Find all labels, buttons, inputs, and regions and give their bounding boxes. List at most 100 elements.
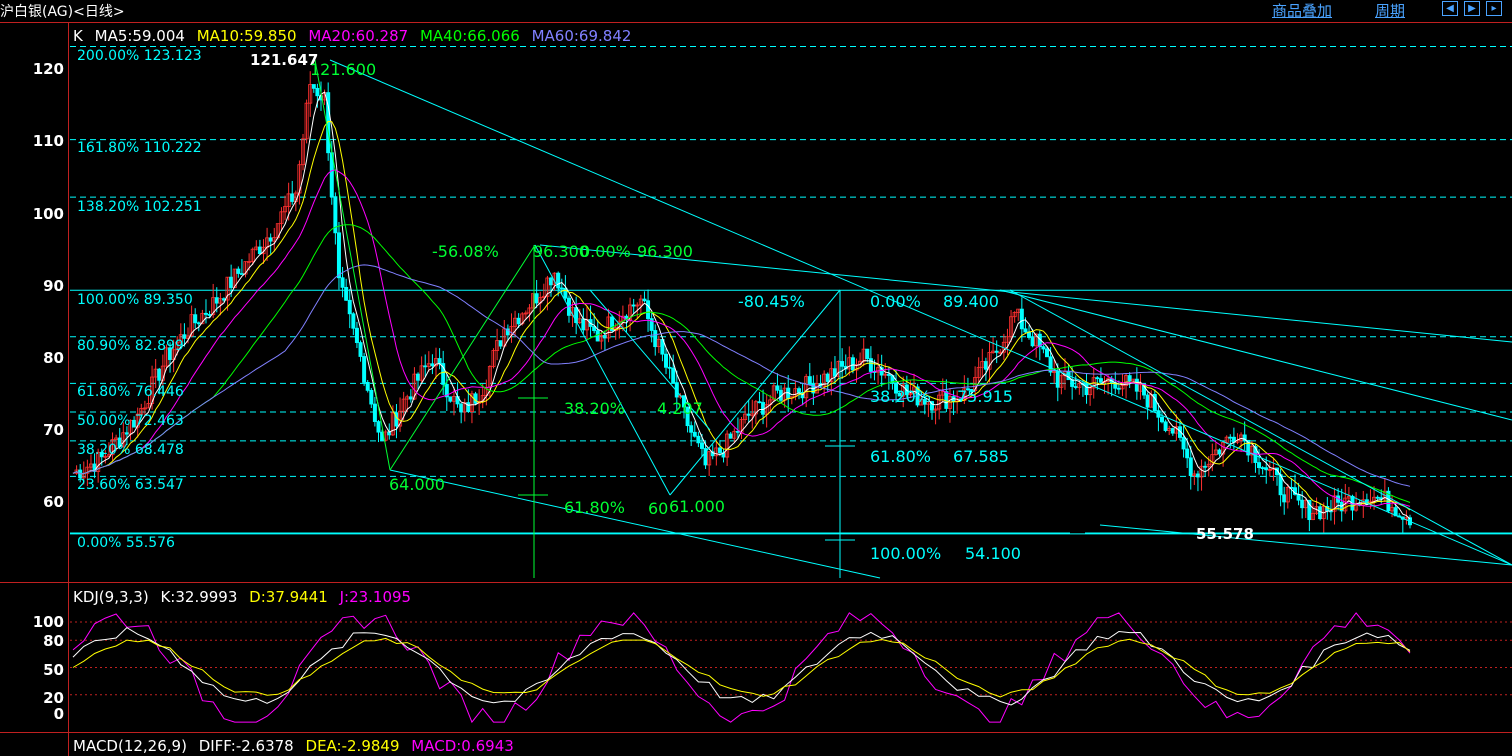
candle-body — [983, 361, 988, 370]
macd-legend-diff: DIFF:-2.6378 — [198, 737, 294, 755]
legend-ma10: MA10:59.850 — [196, 27, 297, 45]
candle-body — [1134, 378, 1139, 392]
candle-body — [549, 277, 554, 286]
fib-382-label-a: 38.20% — [564, 399, 626, 418]
candle-body — [1264, 467, 1269, 471]
macd-legend-macd: MACD:0.6943 — [411, 737, 514, 755]
candle-body — [1070, 379, 1075, 387]
level-67585-label: 67.585 — [953, 447, 1009, 466]
candle-body — [642, 298, 647, 302]
trendline-right — [1009, 289, 1512, 566]
trendline-mid — [999, 289, 1512, 421]
fib-618-label-a: 61.80% — [564, 498, 626, 517]
candle-body — [354, 327, 359, 344]
candle-body — [1030, 337, 1035, 347]
candle-body — [193, 314, 198, 324]
fib-label-200: 200.00% 123.123 — [77, 48, 202, 64]
fib-618-label-b: 61.80% — [870, 447, 932, 466]
candle-body — [1023, 328, 1028, 333]
candle-body — [239, 273, 244, 275]
candle-body — [689, 425, 694, 433]
candle-body — [728, 433, 733, 439]
candle-body — [667, 366, 672, 369]
candle-body — [1188, 457, 1193, 477]
trendline-main-down — [329, 59, 1512, 566]
level-60-label: 60 — [648, 499, 669, 518]
candle-body — [466, 402, 471, 413]
candle-body — [1044, 348, 1049, 358]
y-tick-60: 60 — [43, 493, 64, 511]
candle-body — [124, 432, 129, 435]
macd-legend: MACD(12,26,9) DIFF:-2.6378 DEA:-2.9849 M… — [73, 737, 521, 755]
high-price-label: 121.647 — [250, 51, 319, 69]
candle-body — [746, 413, 751, 416]
candle-body — [351, 313, 356, 329]
candle-body — [358, 342, 363, 357]
fib-100-label: 100.00% — [870, 544, 942, 563]
candle-body — [257, 246, 262, 255]
fib-382-label-b: 38.20% — [870, 387, 932, 406]
candle-body — [365, 382, 370, 391]
kdj-tick-50: 50 — [43, 661, 64, 679]
candle-body — [1217, 449, 1222, 455]
candle-body — [229, 276, 234, 288]
candle-body — [315, 87, 320, 97]
candle-body — [775, 385, 780, 391]
candle-body — [671, 367, 676, 384]
candle-body — [1127, 375, 1132, 382]
candle-body — [1228, 436, 1233, 439]
candle-body — [1375, 496, 1380, 499]
fib-label-61: 61.80% 76.446 — [77, 384, 184, 400]
candle-body — [825, 373, 830, 382]
candle-body — [1160, 416, 1165, 423]
candle-body — [473, 393, 478, 404]
candle-body — [1073, 386, 1078, 388]
macd-legend-dea: DEA:-2.9849 — [305, 737, 400, 755]
price-chart[interactable] — [0, 0, 1512, 756]
level-75915-label: 75.915 — [957, 387, 1013, 406]
candle-body — [336, 232, 341, 279]
candle-body — [1095, 377, 1100, 380]
candle-body — [416, 373, 421, 381]
candle-body — [340, 277, 345, 288]
candle-body — [1041, 346, 1046, 350]
candle-body — [157, 368, 162, 381]
y-tick-70: 70 — [43, 421, 64, 439]
candle-body — [369, 389, 374, 405]
fib-label-138: 138.20% 102.251 — [77, 199, 202, 215]
pct-zero-label-a: 0.00% — [580, 242, 631, 261]
candle-body — [1185, 448, 1190, 459]
candle-body — [581, 318, 586, 331]
level-207-label: 4.207 — [657, 399, 703, 418]
fib-label-80: 80.90% 82.899 — [77, 338, 184, 354]
kdj-legend: KDJ(9,3,3) K:32.9993 D:37.9441 J:23.1095 — [73, 588, 418, 606]
candle-body — [1300, 499, 1305, 509]
candle-body — [797, 388, 802, 393]
candle-body — [1145, 394, 1150, 408]
candle-body — [692, 431, 697, 437]
candle-body — [290, 193, 295, 202]
pct-neg56-label: -56.08% — [432, 242, 499, 261]
ma10-line — [72, 120, 1411, 511]
fib-label-50: 50.00% 72.463 — [77, 413, 184, 429]
fib-label-161: 161.80% 110.222 — [77, 140, 202, 156]
candle-body — [1318, 506, 1323, 520]
candle-body — [1257, 462, 1262, 469]
legend-ma40: MA40:66.066 — [419, 27, 520, 45]
kdj-tick-100: 100 — [32, 613, 64, 631]
y-tick-100: 100 — [32, 205, 64, 223]
y-tick-90: 90 — [43, 277, 64, 295]
pct-zero-label-b: 0.00% — [870, 292, 921, 311]
legend-ma60: MA60:69.842 — [531, 27, 632, 45]
main-legend: K MA5:59.004 MA10:59.850 MA20:60.287 MA4… — [73, 27, 638, 45]
fib-label-100: 100.00% 89.350 — [77, 292, 193, 308]
candle-body — [757, 401, 762, 404]
candle-body — [1260, 467, 1265, 470]
candle-body — [717, 447, 722, 454]
level-61-label: 61.000 — [669, 497, 725, 516]
fib-label-0: 0.00% 55.576 — [77, 535, 175, 551]
candle-body — [376, 421, 381, 433]
y-tick-80: 80 — [43, 349, 64, 367]
candle-body — [196, 322, 201, 325]
candle-body — [1170, 428, 1175, 434]
